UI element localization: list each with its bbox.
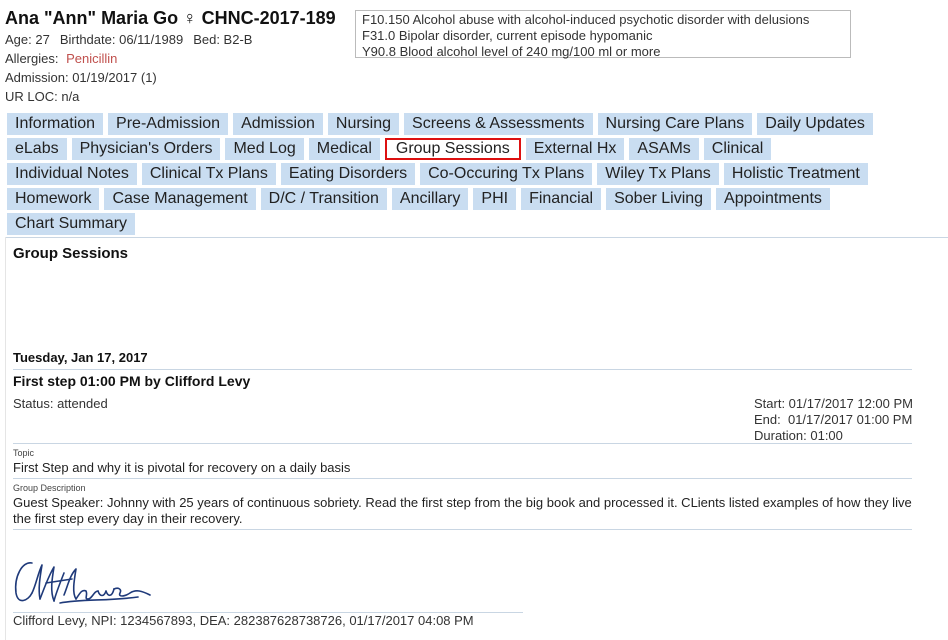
diagnosis-item: Y90.8 Blood alcohol level of 240 mg/100 … xyxy=(362,44,661,59)
divider xyxy=(13,443,912,444)
tab-nursing-care-plans[interactable]: Nursing Care Plans xyxy=(597,113,753,135)
tab-row: eLabs Physician's Orders Med Log Medical Gro… xyxy=(7,138,942,160)
allergies-label: Allergies: xyxy=(5,51,59,66)
divider xyxy=(13,369,912,370)
signature-image xyxy=(14,562,151,604)
tab-screens-assessments[interactable]: Screens & Assessments xyxy=(404,113,593,135)
tab-clinical[interactable]: Clinical xyxy=(703,138,772,160)
tab-nursing[interactable]: Nursing xyxy=(327,113,400,135)
topic-value: First Step and why it is pivotal for rec… xyxy=(13,460,351,475)
patient-bed: Bed: B2-B xyxy=(193,32,253,47)
tab-eating-disorders[interactable]: Eating Disorders xyxy=(280,163,416,185)
session-start: Start: 01/17/2017 12:00 PM xyxy=(754,396,913,411)
diagnosis-item: F10.150 Alcohol abuse with alcohol-induc… xyxy=(362,12,810,27)
patient-name: Ana "Ann" Maria Go xyxy=(5,8,179,28)
tab-co-occuring-tx-plans[interactable]: Co-Occuring Tx Plans xyxy=(420,163,593,185)
chart-tabs: Information Pre-Admission Admission Nursing… xyxy=(7,113,942,238)
content-top-divider xyxy=(5,237,948,238)
tab-ancillary[interactable]: Ancillary xyxy=(391,188,469,210)
allergies-value: Penicillin xyxy=(66,51,118,66)
tab-group-sessions[interactable]: Group Sessions xyxy=(384,138,521,160)
signature-line: Clifford Levy, NPI: 1234567893, DEA: 282… xyxy=(13,613,474,628)
divider xyxy=(13,478,912,479)
session-duration: Duration: 01:00 xyxy=(754,428,843,443)
session-date: Tuesday, Jan 17, 2017 xyxy=(13,350,148,365)
diagnosis-box: F10.150 Alcohol abuse with alcohol-induc… xyxy=(355,10,851,59)
description-label: Group Description xyxy=(13,483,86,493)
tab-daily-updates[interactable]: Daily Updates xyxy=(757,113,873,135)
tab-elabs[interactable]: eLabs xyxy=(7,138,67,160)
session-end: End: 01/17/2017 01:00 PM xyxy=(754,412,913,427)
tab-individual-notes[interactable]: Individual Notes xyxy=(7,163,137,185)
tab-row: Information Pre-Admission Admission Nursing… xyxy=(7,113,942,135)
section-title: Group Sessions xyxy=(13,245,129,262)
tab-chart-summary[interactable]: Chart Summary xyxy=(7,213,136,235)
description-value: Guest Speaker: Johnny with 25 years of c… xyxy=(13,495,912,526)
tab-physician-s-orders[interactable]: Physician's Orders xyxy=(71,138,221,160)
tab-sober-living[interactable]: Sober Living xyxy=(606,188,712,210)
allergies-line: Allergies: Penicillin xyxy=(5,51,117,66)
tab-med-log[interactable]: Med Log xyxy=(225,138,304,160)
tab-pre-admission[interactable]: Pre-Admission xyxy=(108,113,229,135)
session-status: Status: attended xyxy=(13,396,108,411)
tab-row: Chart Summary xyxy=(7,213,942,235)
tab-wiley-tx-plans[interactable]: Wiley Tx Plans xyxy=(597,163,719,185)
divider xyxy=(13,529,912,530)
tab-row: Homework Case Management D/C / Transition A… xyxy=(7,188,942,210)
tab-row: Individual Notes Clinical Tx Plans Eating … xyxy=(7,163,942,185)
patient-age: Age: 27 xyxy=(5,32,50,47)
patient-demographics: Age: 27 Birthdate: 06/11/1989 Bed: B2-B xyxy=(5,32,252,47)
tab-medical[interactable]: Medical xyxy=(308,138,380,160)
tab-admission[interactable]: Admission xyxy=(233,113,323,135)
tab-clinical-tx-plans[interactable]: Clinical Tx Plans xyxy=(141,163,276,185)
tab-appointments[interactable]: Appointments xyxy=(716,188,830,210)
patient-header: Ana "Ann" Maria Go ♀ CHNC-2017-189 xyxy=(5,8,336,29)
patient-birthdate: Birthdate: 06/11/1989 xyxy=(59,32,184,47)
chart-id: CHNC-2017-189 xyxy=(201,8,336,28)
tab-homework[interactable]: Homework xyxy=(7,188,100,210)
diagnosis-item: F31.0 Bipolar disorder, current episode … xyxy=(362,28,653,43)
tab-asams[interactable]: ASAMs xyxy=(629,138,699,160)
tab-case-management[interactable]: Case Management xyxy=(104,188,256,210)
content-left-border xyxy=(5,237,6,640)
topic-label: Topic xyxy=(13,448,35,458)
tab-d-c-transition[interactable]: D/C / Transition xyxy=(260,188,387,210)
gender-icon: ♀ xyxy=(183,8,197,28)
ur-loc-line: UR LOC: n/a xyxy=(5,89,80,104)
tab-holistic-treatment[interactable]: Holistic Treatment xyxy=(723,163,868,185)
tab-phi[interactable]: PHI xyxy=(473,188,517,210)
tab-financial[interactable]: Financial xyxy=(521,188,602,210)
session-times: Start: 01/17/2017 12:00 PM End: 01/17/20… xyxy=(754,396,913,444)
session-title: First step 01:00 PM by Clifford Levy xyxy=(13,373,251,389)
tab-external-hx[interactable]: External Hx xyxy=(525,138,625,160)
tab-information[interactable]: Information xyxy=(7,113,104,135)
admission-line: Admission: 01/19/2017 (1) xyxy=(5,70,157,85)
